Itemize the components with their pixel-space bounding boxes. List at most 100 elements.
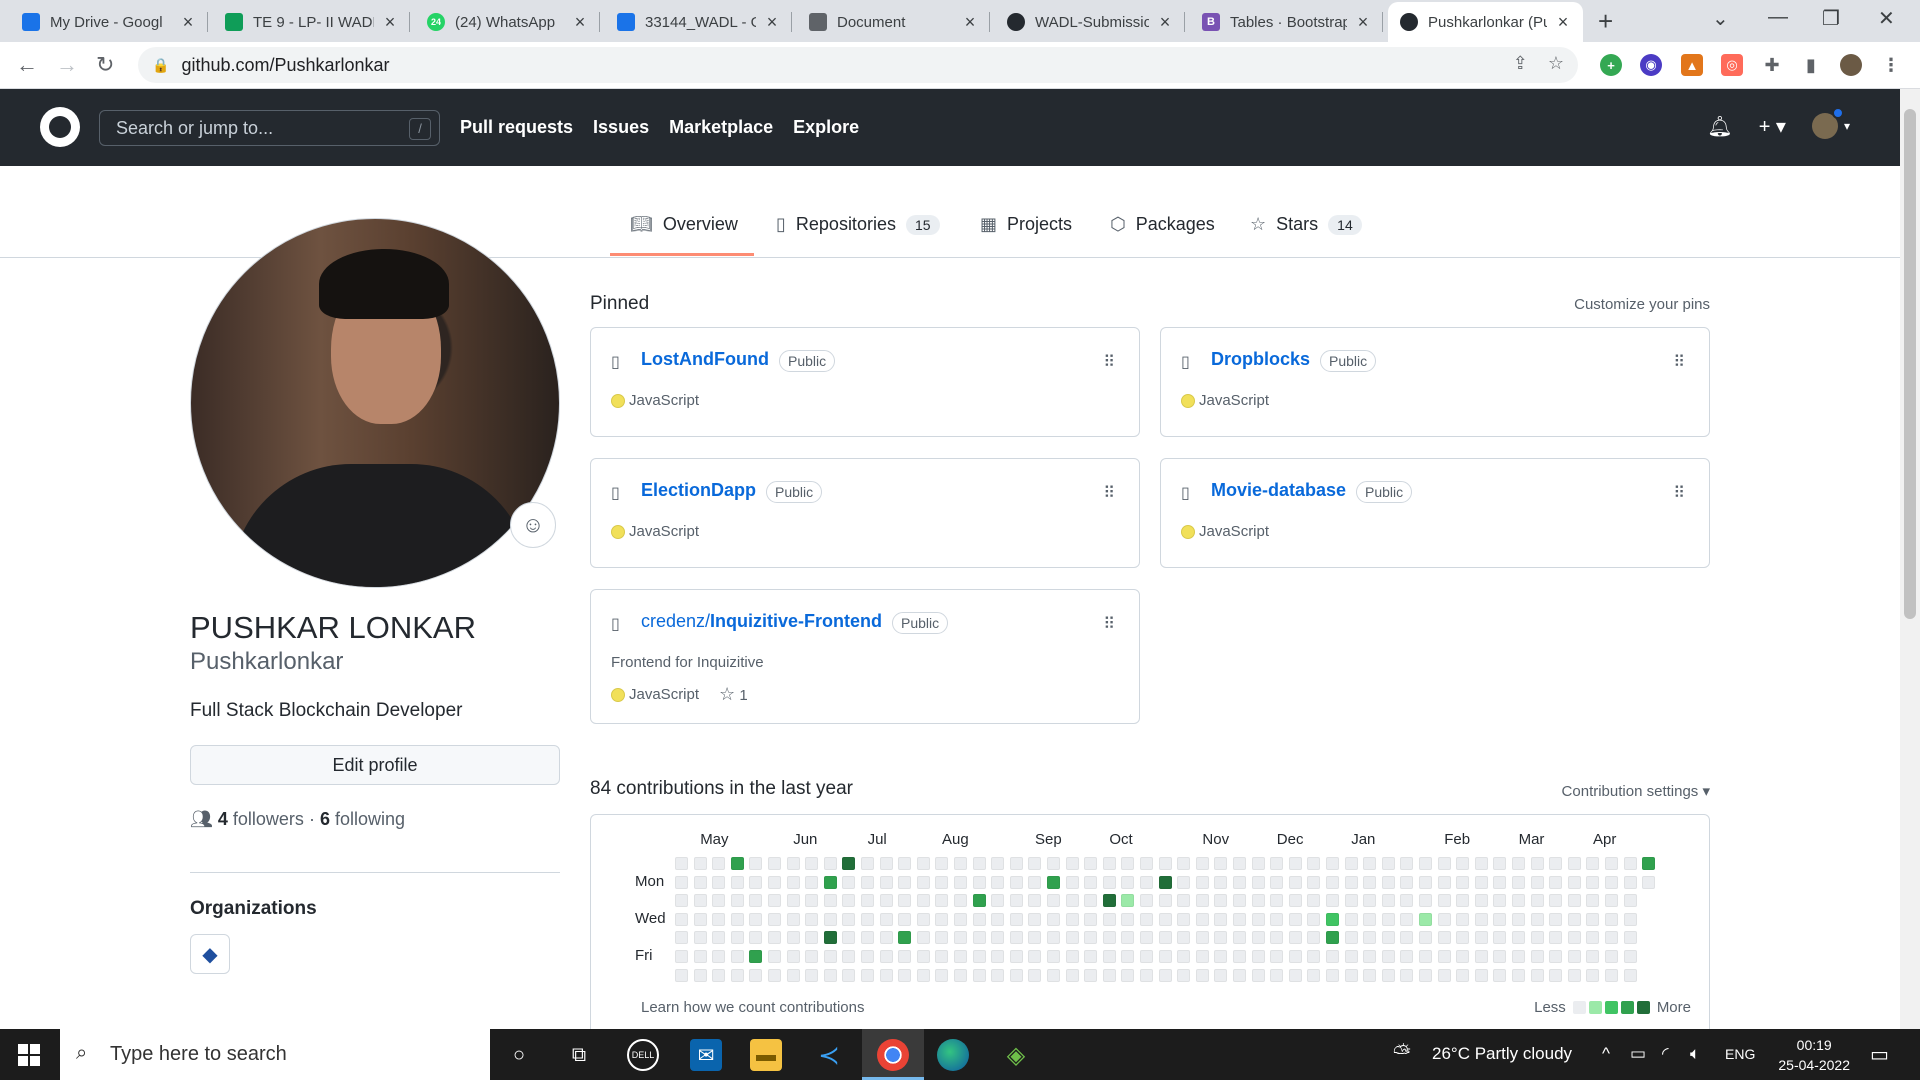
- contribution-day-cell[interactable]: [1549, 931, 1563, 945]
- repo-name-link[interactable]: credenz/Inquizitive-Frontend: [641, 611, 882, 632]
- contribution-day-cell[interactable]: [1419, 968, 1432, 982]
- contribution-day-cell[interactable]: [749, 968, 763, 982]
- contribution-day-cell[interactable]: [805, 968, 819, 982]
- contribution-day-cell[interactable]: [730, 857, 744, 870]
- contribution-day-cell[interactable]: [1214, 950, 1228, 963]
- language-indicator[interactable]: ENG: [1725, 1046, 1755, 1062]
- contribution-day-cell[interactable]: [693, 968, 707, 982]
- contribution-day-cell[interactable]: [879, 875, 893, 889]
- extension-plus-icon[interactable]: +: [1600, 54, 1622, 76]
- following-link[interactable]: 6 following: [320, 809, 405, 829]
- contribution-day-cell[interactable]: [1158, 894, 1172, 908]
- close-tab-icon[interactable]: ×: [572, 12, 588, 33]
- maximize-button[interactable]: ❐: [1822, 6, 1840, 31]
- weather-icon[interactable]: ⛅︎: [1393, 1040, 1411, 1066]
- contribution-day-cell[interactable]: [712, 968, 726, 982]
- contribution-day-cell[interactable]: [1177, 875, 1191, 889]
- contribution-day-cell[interactable]: [916, 912, 930, 926]
- contribution-day-cell[interactable]: [1400, 912, 1414, 926]
- contribution-day-cell[interactable]: [1084, 950, 1098, 963]
- url-text[interactable]: github.com/Pushkarlonkar: [181, 55, 389, 76]
- contribution-day-cell[interactable]: [991, 894, 1005, 908]
- contribution-day-cell[interactable]: [898, 968, 912, 982]
- contribution-day-cell[interactable]: [1605, 857, 1618, 870]
- contribution-day-cell[interactable]: [1326, 950, 1339, 963]
- browser-tab[interactable]: Pushkarlonkar (Pu ×: [1388, 2, 1583, 42]
- contribution-day-cell[interactable]: [916, 968, 930, 982]
- contribution-day-cell[interactable]: [1140, 931, 1153, 945]
- contribution-day-cell[interactable]: [1288, 950, 1302, 963]
- file-explorer-icon[interactable]: ▬: [750, 1039, 782, 1071]
- contribution-day-cell[interactable]: [1623, 894, 1637, 908]
- user-menu[interactable]: ▾: [1811, 107, 1850, 139]
- learn-contributions-link[interactable]: Learn how we count contributions: [641, 999, 864, 1016]
- contribution-day-cell[interactable]: [1065, 950, 1079, 963]
- contribution-day-cell[interactable]: [1419, 912, 1432, 926]
- browser-tab[interactable]: My Drive - Googl ×: [10, 2, 208, 42]
- contribution-day-cell[interactable]: [786, 931, 800, 945]
- contribution-day-cell[interactable]: [1344, 931, 1358, 945]
- contribution-day-cell[interactable]: [823, 968, 837, 982]
- contribution-day-cell[interactable]: [1456, 857, 1470, 870]
- contribution-day-cell[interactable]: [954, 968, 967, 982]
- contribution-day-cell[interactable]: [1028, 950, 1042, 963]
- contribution-day-cell[interactable]: [1456, 894, 1470, 908]
- contribution-day-cell[interactable]: [1623, 968, 1637, 982]
- contribution-day-cell[interactable]: [1214, 912, 1228, 926]
- contribution-day-cell[interactable]: [1381, 875, 1395, 889]
- side-panel-icon[interactable]: ▮: [1800, 54, 1822, 76]
- contribution-day-cell[interactable]: [1363, 875, 1377, 889]
- contribution-day-cell[interactable]: [861, 968, 874, 982]
- contribution-day-cell[interactable]: [1363, 968, 1377, 982]
- contribution-day-cell[interactable]: [749, 894, 763, 908]
- contribution-day-cell[interactable]: [1102, 931, 1116, 945]
- close-window-button[interactable]: ✕: [1878, 6, 1895, 31]
- contribution-day-cell[interactable]: [1586, 875, 1600, 889]
- contribution-day-cell[interactable]: [1065, 894, 1079, 908]
- contribution-day-cell[interactable]: [1326, 912, 1339, 926]
- contribution-day-cell[interactable]: [730, 931, 744, 945]
- contribution-day-cell[interactable]: [1177, 968, 1191, 982]
- reload-icon[interactable]: ↻: [96, 52, 114, 78]
- contribution-day-cell[interactable]: [1102, 894, 1116, 908]
- contribution-day-cell[interactable]: [786, 857, 800, 870]
- contribution-day-cell[interactable]: [1474, 950, 1488, 963]
- close-tab-icon[interactable]: ×: [180, 12, 196, 33]
- contribution-day-cell[interactable]: [1121, 875, 1135, 889]
- contribution-day-cell[interactable]: [693, 875, 707, 889]
- browser-tab[interactable]: 24 (24) WhatsApp ×: [415, 2, 600, 42]
- contribution-day-cell[interactable]: [675, 857, 688, 870]
- contribution-day-cell[interactable]: [1474, 857, 1488, 870]
- contribution-day-cell[interactable]: [675, 912, 688, 926]
- contribution-day-cell[interactable]: [1530, 857, 1544, 870]
- contribution-day-cell[interactable]: [1251, 857, 1265, 870]
- contribution-day-cell[interactable]: [842, 857, 856, 870]
- vscode-icon[interactable]: ≺: [813, 1039, 845, 1071]
- contribution-day-cell[interactable]: [1270, 912, 1284, 926]
- metamask-icon[interactable]: ▲: [1681, 54, 1703, 76]
- contribution-day-cell[interactable]: [1009, 875, 1023, 889]
- contribution-day-cell[interactable]: [916, 931, 930, 945]
- contribution-day-cell[interactable]: [1605, 931, 1618, 945]
- contribution-day-cell[interactable]: [1214, 875, 1228, 889]
- contribution-day-cell[interactable]: [1195, 894, 1209, 908]
- extension-target-icon[interactable]: ◎: [1721, 54, 1743, 76]
- contribution-day-cell[interactable]: [1047, 912, 1060, 926]
- system-clock[interactable]: 00:19 25-04-2022: [1778, 1035, 1850, 1075]
- contribution-day-cell[interactable]: [1530, 912, 1544, 926]
- browser-tab[interactable]: WADL-Submissio ×: [995, 2, 1185, 42]
- contribution-day-cell[interactable]: [1121, 894, 1135, 908]
- contribution-day-cell[interactable]: [1326, 857, 1339, 870]
- contribution-day-cell[interactable]: [1549, 875, 1563, 889]
- drag-handle-icon[interactable]: ⠿: [1673, 352, 1685, 372]
- contribution-day-cell[interactable]: [1251, 912, 1265, 926]
- contribution-day-cell[interactable]: [730, 875, 744, 889]
- contribution-day-cell[interactable]: [1530, 950, 1544, 963]
- contribution-day-cell[interactable]: [1605, 950, 1618, 963]
- chrome-profile-avatar[interactable]: [1840, 54, 1862, 76]
- contribution-day-cell[interactable]: [786, 968, 800, 982]
- contribution-day-cell[interactable]: [1549, 968, 1563, 982]
- contribution-day-cell[interactable]: [675, 968, 688, 982]
- contribution-day-cell[interactable]: [1047, 875, 1060, 889]
- contribution-day-cell[interactable]: [1270, 857, 1284, 870]
